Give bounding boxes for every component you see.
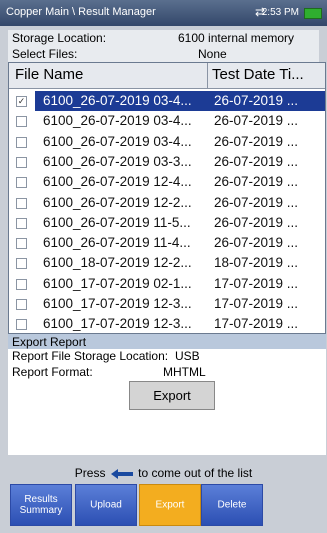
- row-checkbox[interactable]: [16, 197, 27, 209]
- select-files-row: Select Files: None: [8, 46, 319, 62]
- battery-icon: [304, 8, 322, 19]
- table-row[interactable]: 6100_26-07-2019 11-4... 26-07-2019 ...: [9, 233, 325, 253]
- hint-rest: to come out of the list: [138, 466, 253, 480]
- test-date-cell: 26-07-2019 ...: [214, 214, 299, 230]
- export-report-panel: Report File Storage Location: USB Report…: [8, 349, 326, 455]
- title-bar: Copper Main \ Result Manager ⇄ 2:53 PM: [0, 0, 327, 26]
- file-name-cell: 6100_17-07-2019 02-1...: [43, 275, 192, 291]
- row-checkbox[interactable]: [16, 217, 27, 229]
- upload-label: Upload: [90, 499, 122, 511]
- test-date-cell: 17-07-2019 ...: [214, 316, 299, 332]
- storage-location-row: Storage Location: 6100 internal memory: [8, 30, 319, 46]
- file-list: File Name Test Date Ti... ✓ 6100_26-07-20…: [8, 62, 326, 334]
- report-format-value[interactable]: MHTML: [163, 365, 206, 379]
- test-date-cell: 26-07-2019 ...: [214, 174, 299, 190]
- test-date-cell: 26-07-2019 ...: [214, 133, 299, 149]
- hint-text: Press to come out of the list: [0, 466, 327, 480]
- file-name-cell: 6100_26-07-2019 03-4...: [43, 113, 192, 129]
- file-name-cell: 6100_17-07-2019 12-3...: [43, 296, 192, 311]
- table-row[interactable]: 6100_17-07-2019 12-3... 17-07-2019 ...: [9, 314, 325, 334]
- file-name-cell: 6100_26-07-2019 12-2...: [43, 194, 192, 210]
- test-date-cell: 17-07-2019 ...: [214, 275, 299, 291]
- table-row[interactable]: 6100_26-07-2019 03-3... 26-07-2019 ...: [9, 152, 325, 172]
- table-row[interactable]: 6100_26-07-2019 12-4... 26-07-2019 ...: [9, 172, 325, 192]
- table-row[interactable]: 6100_26-07-2019 11-5... 26-07-2019 ...: [9, 213, 325, 233]
- row-checkbox[interactable]: [16, 177, 27, 189]
- column-header-file-name[interactable]: File Name: [15, 66, 83, 83]
- report-format-label: Report Format:: [12, 365, 93, 379]
- export-report-button[interactable]: Export: [129, 381, 215, 410]
- test-date-cell: 26-07-2019 ...: [214, 194, 299, 210]
- upload-button[interactable]: Upload: [75, 484, 137, 526]
- delete-label: Delete: [217, 499, 247, 511]
- test-date-cell: 26-07-2019 ...: [214, 153, 299, 169]
- storage-location-value[interactable]: 6100 internal memory: [178, 31, 294, 45]
- export-tab-label: Export: [155, 499, 185, 511]
- table-row[interactable]: 6100_18-07-2019 12-2... 18-07-2019 ...: [9, 253, 325, 273]
- row-checkbox[interactable]: [16, 278, 27, 290]
- row-checkbox[interactable]: [16, 156, 27, 168]
- table-row[interactable]: 6100_26-07-2019 03-4... 26-07-2019 ...: [9, 132, 325, 152]
- file-name-cell: 6100_26-07-2019 03-4...: [43, 133, 192, 149]
- results-summary-label: Results Summary: [19, 494, 63, 516]
- results-summary-button[interactable]: Results Summary: [10, 484, 72, 526]
- window-title: Copper Main \ Result Manager: [6, 6, 156, 18]
- row-checkbox[interactable]: [16, 136, 27, 148]
- table-header: File Name Test Date Ti...: [9, 63, 325, 89]
- test-date-cell: 26-07-2019 ...: [214, 113, 299, 129]
- report-storage-value[interactable]: USB: [175, 349, 200, 363]
- test-date-cell: 17-07-2019 ...: [214, 296, 299, 311]
- file-name-cell: 6100_26-07-2019 11-5...: [43, 214, 191, 230]
- file-name-cell: 6100_26-07-2019 12-4...: [43, 174, 192, 190]
- row-checkbox[interactable]: [16, 116, 27, 128]
- export-report-title: Export Report: [12, 335, 87, 349]
- select-files-label: Select Files:: [12, 47, 78, 61]
- row-checkbox[interactable]: [16, 238, 27, 250]
- file-name-cell: 6100_26-07-2019 03-3...: [43, 153, 192, 169]
- file-name-cell: 6100_18-07-2019 12-2...: [43, 255, 192, 271]
- storage-location-label: Storage Location:: [12, 31, 107, 45]
- export-tab-button[interactable]: Export: [139, 484, 201, 526]
- table-row[interactable]: 6100_26-07-2019 03-4... 26-07-2019 ...: [9, 111, 325, 131]
- row-checkbox[interactable]: [16, 258, 27, 270]
- export-report-heading: Export Report: [8, 334, 326, 349]
- test-date-cell: 18-07-2019 ...: [214, 255, 299, 271]
- column-divider[interactable]: [207, 63, 208, 88]
- report-storage-label: Report File Storage Location:: [12, 349, 169, 363]
- file-name-cell: 6100_17-07-2019 12-3...: [43, 316, 192, 332]
- clock: 2:53 PM: [261, 7, 299, 18]
- hint-press: Press: [74, 466, 106, 480]
- table-row[interactable]: 6100_17-07-2019 12-3... 17-07-2019 ...: [9, 294, 325, 314]
- file-name-cell: 6100_26-07-2019 03-4...: [43, 93, 192, 108]
- row-checkbox[interactable]: [16, 319, 27, 331]
- select-files-value[interactable]: None: [198, 47, 227, 61]
- test-date-cell: 26-07-2019 ...: [214, 93, 299, 108]
- delete-button[interactable]: Delete: [201, 484, 263, 526]
- table-row[interactable]: 6100_26-07-2019 12-2... 26-07-2019 ...: [9, 193, 325, 213]
- row-checkbox[interactable]: [16, 299, 27, 310]
- table-row[interactable]: 6100_17-07-2019 02-1... 17-07-2019 ...: [9, 274, 325, 294]
- row-checkbox[interactable]: ✓: [16, 96, 27, 107]
- table-row[interactable]: ✓ 6100_26-07-2019 03-4... 26-07-2019 ...: [9, 91, 325, 111]
- column-header-test-date[interactable]: Test Date Ti...: [212, 66, 304, 83]
- test-date-cell: 26-07-2019 ...: [214, 235, 299, 251]
- file-name-cell: 6100_26-07-2019 11-4...: [43, 235, 191, 251]
- back-arrow-icon: [110, 468, 133, 479]
